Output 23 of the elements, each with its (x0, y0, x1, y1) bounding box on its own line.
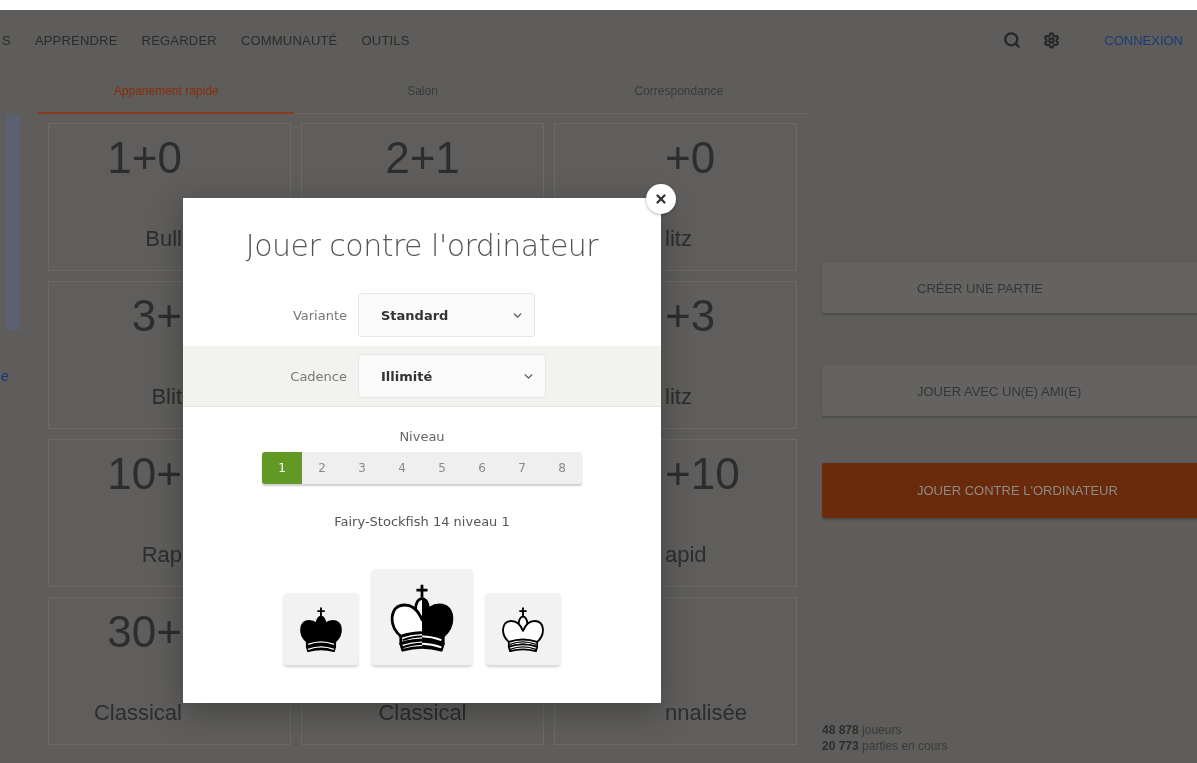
king-icon (297, 605, 345, 653)
level-button[interactable]: 2 (302, 452, 342, 484)
action-button[interactable]: JOUER CONTRE L'ORDINATEUR (822, 463, 1197, 518)
king-icon (499, 605, 547, 653)
close-icon (654, 192, 668, 206)
side-button[interactable] (284, 593, 358, 665)
level-button[interactable]: 1 (262, 452, 302, 484)
level-button[interactable]: 4 (382, 452, 422, 484)
field-label: Variante (291, 307, 347, 323)
side-button[interactable] (486, 593, 560, 665)
level-button[interactable]: 3 (342, 452, 382, 484)
link-text[interactable]: e (1, 368, 10, 384)
login-link[interactable]: CONNEXION (1104, 32, 1183, 48)
field-label: Cadence (289, 368, 347, 384)
level-button[interactable]: 7 (502, 452, 542, 484)
level-label: Niveau (399, 429, 445, 444)
select-field[interactable]: Standard (358, 293, 535, 337)
engine-text: Fairy-Stockfish 14 niveau 1 (334, 514, 510, 529)
level-button[interactable]: 5 (422, 452, 462, 484)
select-field[interactable]: Illimité (358, 354, 546, 398)
side-button[interactable] (372, 569, 472, 665)
tab[interactable]: Appariement rapide (38, 70, 295, 114)
level-button[interactable]: 6 (462, 452, 502, 484)
